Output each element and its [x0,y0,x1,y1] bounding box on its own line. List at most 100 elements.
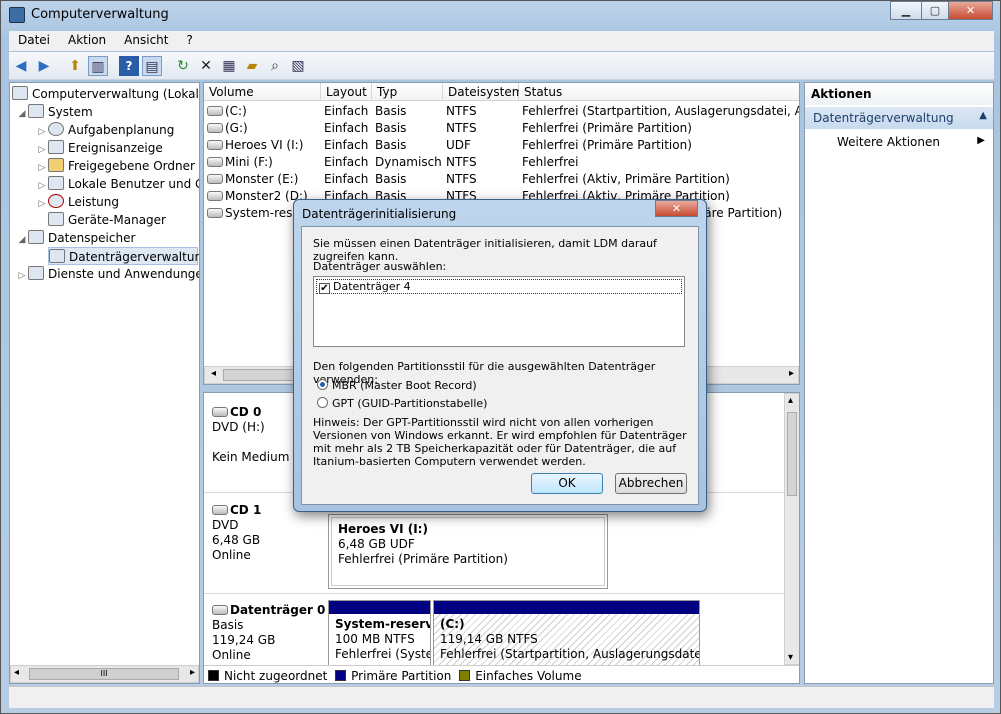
back-arrow-icon[interactable]: ◀ [11,56,31,76]
close-button[interactable]: ✕ [948,1,993,20]
gpt-option[interactable]: GPT (GUID-Partitionstabelle) [317,397,487,410]
menu-ansicht[interactable]: Ansicht [115,31,177,49]
partition-name: Heroes VI (I:) [338,522,428,536]
scroll-left-arrow-icon[interactable]: ◂ [14,667,19,678]
volume-icon [207,191,223,201]
show-hide-tree-icon[interactable]: ▥ [88,56,108,76]
volume-row[interactable]: Mini (F:) Einfach Dynamisch NTFS Fehlerfrei [204,154,799,171]
disk-name: CD 1 [230,503,262,517]
column-header-status[interactable]: Status [519,83,799,101]
tree-label: System [48,105,93,119]
volume-cell: (G:) [204,120,321,137]
disk-state: Online [212,648,251,662]
scroll-down-arrow-icon[interactable]: ▾ [788,652,793,663]
delete-icon[interactable]: ✕ [196,56,216,76]
tree-item-datentraegerverwaltung[interactable]: Datenträgerverwaltung [48,247,200,265]
tree-horizontal-scrollbar[interactable]: ◂ III ▸ [10,665,199,683]
disk-label: CD 0 DVD (H:) Kein Medium [212,405,289,465]
minimize-button[interactable]: ▁ [890,1,922,20]
tree-item-geraete-manager[interactable]: Geräte-Manager [48,211,166,229]
scroll-thumb[interactable] [787,412,797,496]
actions-section-header[interactable]: Datenträgerverwaltung ▲ [805,107,993,129]
volume-cell-text: Einfach [324,172,369,186]
menu-help[interactable]: ? [177,31,201,49]
volume-cell: NTFS [443,154,519,171]
tree-item-leistung[interactable]: ▷ Leistung [36,193,119,211]
volume-cell-text: Basis [375,104,407,118]
scroll-left-arrow-icon[interactable]: ◂ [211,368,216,379]
legend: Nicht zugeordnet Primäre Partition Einfa… [204,665,799,683]
scroll-right-arrow-icon[interactable]: ▸ [789,368,794,379]
volume-cell-text: Heroes VI (I:) [225,138,304,152]
volume-row[interactable]: (G:) Einfach Basis NTFS Fehlerfrei (Primäre … [204,120,799,137]
expanded-arrow-icon[interactable]: ◢ [16,231,28,249]
volume-cell: Monster (E:) [204,171,321,188]
tree-item-lokale-benutzer[interactable]: ▷Lokale Benutzer und Gruppen [36,175,199,193]
help-icon[interactable]: ? [119,56,139,76]
volume-cell: Fehlerfrei [519,154,799,171]
partition-size: 100 MB NTFS [335,632,415,646]
ok-button[interactable]: OK [531,473,603,494]
tree-item-dienste[interactable]: ▷ Dienste und Anwendungen [16,265,199,285]
volume-row[interactable]: Monster (E:) Einfach Basis NTFS Fehlerfrei (… [204,171,799,188]
tree-item-ereignisanzeige[interactable]: ▷ Ereignisanzeige [36,139,163,157]
maximize-button[interactable]: ▢ [921,1,949,20]
more-actions-item[interactable]: Weitere Aktionen ▶ [805,133,993,153]
disk-initialization-dialog: Datenträgerinitialisierung ✕ Sie müssen … [293,199,707,512]
tree-item-datenspeicher[interactable]: ◢ Datenspeicher [16,229,135,247]
scroll-up-arrow-icon[interactable]: ▴ [788,395,793,406]
disk-select-list[interactable]: ✔ Datenträger 4 [313,276,685,347]
disk-checkbox[interactable]: ✔ [319,283,330,294]
dialog-close-button[interactable]: ✕ [655,200,698,217]
event-viewer-icon [48,140,64,154]
tree-label: Aufgabenplanung [68,123,175,137]
tree-item-root[interactable]: Computerverwaltung (Lokal) [12,85,199,103]
title-bar[interactable]: Computerverwaltung ▁ ▢ ✕ [1,1,1001,29]
dvd-drive-icon [212,407,228,417]
column-header-volume[interactable]: Volume [204,83,321,101]
dialog-body: Sie müssen einen Datenträger initialisie… [301,226,699,505]
tree-item-system[interactable]: ◢ System [16,103,93,121]
tree-item-freigegebene-ordner[interactable]: ▷ Freigegebene Ordner [36,157,195,175]
column-header-typ[interactable]: Typ [372,83,443,101]
collapsed-arrow-icon[interactable]: ▷ [36,195,48,213]
scroll-thumb[interactable]: III [29,668,179,680]
disk-view-vertical-scrollbar[interactable]: ▴ ▾ [784,393,799,665]
disk-list-item[interactable]: ✔ Datenträger 4 [316,279,682,294]
column-header-dateisystem[interactable]: Dateisystem [443,83,523,101]
expanded-arrow-icon[interactable]: ◢ [16,105,28,123]
forward-arrow-icon[interactable]: ▶ [34,56,54,76]
volume-row[interactable]: (C:) Einfach Basis NTFS Fehlerfrei (Startpar… [204,103,799,120]
volume-icon [207,123,223,133]
open-icon[interactable]: ▰ [242,56,262,76]
collapse-arrow-icon[interactable]: ▲ [979,110,987,121]
column-header-layout[interactable]: Layout [321,83,372,101]
refresh-icon[interactable]: ↻ [173,56,193,76]
disk-size: 119,24 GB [212,633,276,647]
up-folder-icon[interactable]: ⬆ [65,56,85,76]
volume-cell-text: Einfach [324,138,369,152]
gpt-radio[interactable] [317,397,328,408]
scroll-right-arrow-icon[interactable]: ▸ [190,667,195,678]
tree-item-aufgabenplanung[interactable]: ▷ Aufgabenplanung [36,121,174,139]
export-icon[interactable]: ▧ [288,56,308,76]
menu-datei[interactable]: Datei [9,31,59,49]
volume-cell-text: Fehlerfrei [522,155,579,169]
cancel-button[interactable]: Abbrechen [615,473,687,494]
partition-heroes[interactable]: Heroes VI (I:) 6,48 GB UDF Fehlerfrei (P… [328,514,608,589]
services-icon [28,266,44,280]
mbr-radio[interactable] [317,379,328,390]
volume-row[interactable]: Heroes VI (I:) Einfach Basis UDF Fehlerfrei … [204,137,799,154]
properties-icon[interactable]: ▦ [219,56,239,76]
tree-label: Datenspeicher [48,231,136,245]
menu-aktion[interactable]: Aktion [59,31,115,49]
disk-media: Kein Medium [212,450,290,464]
show-hide-action-pane-icon[interactable]: ▤ [142,56,162,76]
hard-disk-icon [212,605,228,615]
mbr-option[interactable]: MBR (Master Boot Record) [317,379,477,392]
tree-label: Datenträgerverwaltung [69,250,200,264]
collapsed-arrow-icon[interactable]: ▷ [16,267,28,285]
volume-cell-text: Fehlerfrei (Primäre Partition) [522,121,692,135]
rescan-icon[interactable]: ⌕ [265,56,285,76]
legend-swatch-unallocated [208,670,219,681]
